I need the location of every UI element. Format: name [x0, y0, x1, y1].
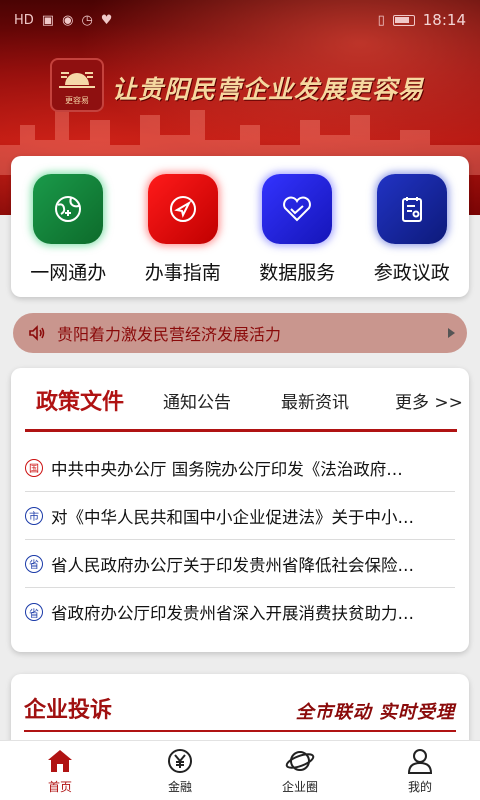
- vibrate-icon: ▯: [377, 12, 385, 28]
- complaint-title: 企业投诉: [24, 697, 113, 723]
- image-icon: ▣: [41, 12, 55, 28]
- menu-item-data-service[interactable]: 数据服务: [242, 174, 352, 297]
- speaker-icon: [29, 325, 45, 341]
- menu-label: 数据服务: [259, 262, 336, 284]
- province-badge-icon: 省: [25, 554, 43, 573]
- menu-item-guide[interactable]: 办事指南: [128, 174, 238, 297]
- nav-enterprise-circle[interactable]: 企业圈: [240, 741, 360, 800]
- status-bar: HD ▣ ◉ ◷ ♥ ▯ 18:14: [0, 0, 480, 40]
- planet-icon: [285, 751, 315, 771]
- nav-label: 我的: [407, 780, 432, 794]
- nav-label: 首页: [47, 780, 72, 794]
- divider: [24, 730, 456, 732]
- menu-label: 一网通办: [30, 262, 107, 284]
- user-icon: [407, 749, 433, 774]
- nav-label: 金融: [167, 780, 192, 794]
- menu-label: 参政议政: [373, 262, 450, 284]
- province-badge-icon: 省: [25, 603, 43, 621]
- app-logo: 更容易: [50, 58, 104, 112]
- yuan-coin-icon: [168, 749, 192, 773]
- tab-more[interactable]: 更多 >>: [395, 388, 463, 413]
- city-badge-icon: 市: [25, 506, 43, 525]
- nav-home[interactable]: 首页: [0, 741, 120, 800]
- nav-mine[interactable]: 我的: [360, 741, 480, 800]
- tab-notices[interactable]: 通知公告: [163, 388, 231, 413]
- heart-handshake-icon: [262, 174, 333, 244]
- navigation-arrow-icon: [147, 174, 218, 244]
- home-icon: [48, 750, 72, 772]
- nav-finance[interactable]: 金融: [120, 741, 240, 800]
- notice-text: 贵阳着力激发民营经济发展活力: [57, 325, 282, 344]
- tab-policy[interactable]: 政策文件: [36, 384, 124, 416]
- nav-label: 企业圈: [281, 780, 318, 794]
- news-item[interactable]: 省 省政府办公厅印发贵州省深入开展消费扶贫助力…: [25, 588, 455, 636]
- eye-icon: ◉: [62, 12, 74, 28]
- tab-latest[interactable]: 最新资讯: [281, 388, 349, 413]
- news-title: 省人民政府办公厅关于印发贵州省降低社会保险…: [51, 555, 414, 575]
- heart-icon: ♥: [100, 12, 113, 28]
- national-badge-icon: 国: [25, 458, 43, 477]
- tab-underline: [25, 429, 457, 432]
- news-list: 国 中共中央办公厅 国务院办公厅印发《法治政府… 市 对《中华人民共和国中小企业…: [25, 444, 455, 636]
- news-item[interactable]: 省 省人民政府办公厅关于印发贵州省降低社会保险…: [25, 540, 455, 588]
- status-time: 18:14: [422, 11, 466, 29]
- quick-menu-card: 一网通办 办事指南 数据服务 参政议政: [11, 156, 469, 297]
- logo-text: 更容易: [65, 95, 89, 105]
- news-item[interactable]: 市 对《中华人民共和国中小企业促进法》关于中小…: [25, 492, 455, 540]
- clock-icon: ◷: [81, 12, 93, 28]
- news-title: 对《中华人民共和国中小企业促进法》关于中小…: [51, 507, 414, 527]
- notice-bar[interactable]: 贵阳着力激发民营经济发展活力: [13, 313, 467, 353]
- banner-slogan: 让贵阳民营企业发展更容易: [112, 75, 425, 104]
- battery-icon: [392, 14, 415, 26]
- news-title: 中共中央办公厅 国务院办公厅印发《法治政府…: [51, 459, 403, 479]
- news-card: 政策文件 通知公告 最新资讯 更多 >> 国 中共中央办公厅 国务院办公厅印发《…: [11, 368, 469, 652]
- menu-item-politics[interactable]: 参政议政: [357, 174, 467, 297]
- menu-item-one-stop[interactable]: 一网通办: [13, 174, 123, 297]
- news-tabs: 政策文件 通知公告 最新资讯 更多 >>: [11, 368, 469, 432]
- bottom-nav: 首页 金融 企业圈 我的: [0, 740, 480, 800]
- news-title: 省政府办公厅印发贵州省深入开展消费扶贫助力…: [51, 604, 414, 623]
- complaint-slogan: 全市联动 实时受理: [295, 702, 455, 723]
- document-person-icon: [376, 174, 447, 244]
- globe-refresh-icon: [33, 174, 104, 244]
- news-item[interactable]: 国 中共中央办公厅 国务院办公厅印发《法治政府…: [25, 444, 455, 492]
- hd-icon: HD: [14, 12, 34, 28]
- menu-label: 办事指南: [144, 262, 221, 284]
- chevron-right-icon: [448, 328, 455, 338]
